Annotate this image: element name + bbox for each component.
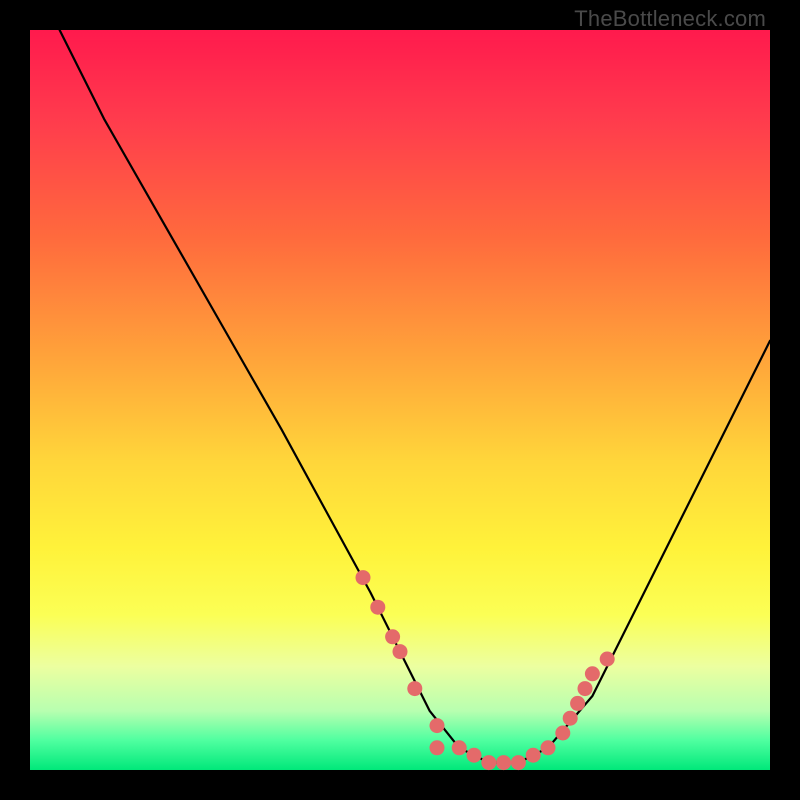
valley-dot (600, 652, 615, 667)
valley-dot (356, 570, 371, 585)
bottleneck-curve (60, 30, 770, 763)
valley-dot (430, 718, 445, 733)
valley-dot (541, 740, 556, 755)
valley-dot (407, 681, 422, 696)
valley-dot (393, 644, 408, 659)
valley-dot (385, 629, 400, 644)
chart-frame: TheBottleneck.com (0, 0, 800, 800)
valley-dot (555, 726, 570, 741)
valley-dot (452, 740, 467, 755)
valley-dot (563, 711, 578, 726)
watermark-text: TheBottleneck.com (574, 6, 766, 32)
valley-dot (481, 755, 496, 770)
valley-dot (526, 748, 541, 763)
valley-dots-group (356, 570, 615, 770)
valley-dot (570, 696, 585, 711)
valley-dot (578, 681, 593, 696)
valley-dot (496, 755, 511, 770)
valley-dot (511, 755, 526, 770)
valley-dot (370, 600, 385, 615)
valley-dot (467, 748, 482, 763)
valley-dot (430, 740, 445, 755)
chart-svg (30, 30, 770, 770)
valley-dot (585, 666, 600, 681)
